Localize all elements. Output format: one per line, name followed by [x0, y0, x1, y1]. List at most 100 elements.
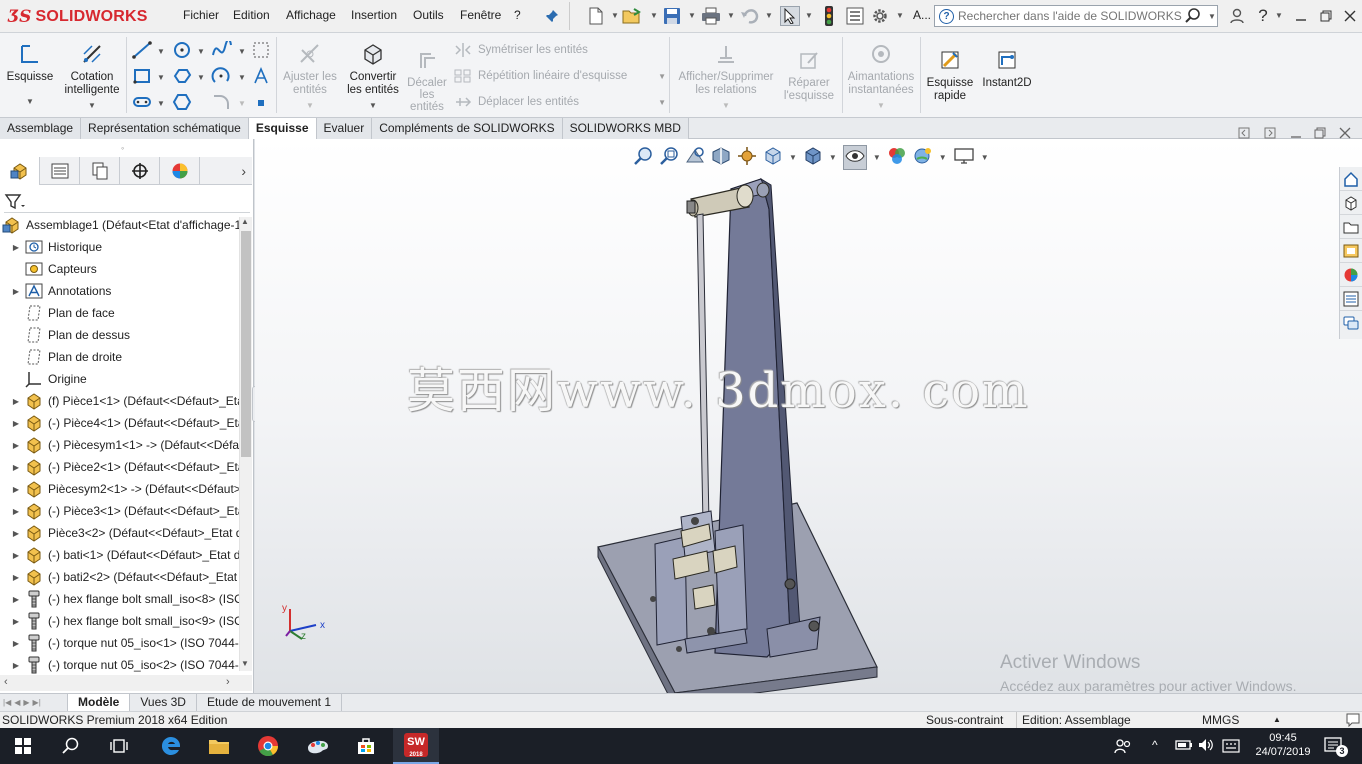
tab-etude-de-mouvement[interactable]: Etude de mouvement 1: [197, 694, 343, 711]
repair-sketch-button[interactable]: Réparer l'esquisse: [778, 33, 840, 117]
help-icon[interactable]: ?: [1253, 6, 1273, 26]
tab-vues-3d[interactable]: Vues 3D: [130, 694, 197, 711]
arc-icon[interactable]: [211, 67, 231, 88]
tree-horizontal-scrollbar[interactable]: ‹ ›: [0, 675, 252, 691]
menu-affichage[interactable]: Affichage: [286, 8, 336, 22]
scene-dropdown-icon[interactable]: ▼: [939, 153, 947, 162]
fillet-dropdown-icon[interactable]: ▼: [238, 99, 246, 108]
expand-arrow-icon[interactable]: ▶: [0, 661, 24, 670]
tab-solidworks-mbd[interactable]: SOLIDWORKS MBD: [562, 118, 689, 139]
file-explorer-taskbar-icon[interactable]: [196, 728, 242, 764]
smart-dimension-button[interactable]: Cotation intelligente ▼: [60, 33, 124, 117]
view-palette-icon[interactable]: [1340, 239, 1362, 263]
sketch-button[interactable]: Esquisse ▼: [4, 33, 56, 117]
undo-icon[interactable]: [740, 6, 760, 26]
units-up-icon[interactable]: ▲: [1273, 712, 1281, 728]
move-entities-button[interactable]: Déplacer les entités ▼: [454, 95, 666, 109]
search-icon[interactable]: [1185, 8, 1201, 27]
expand-arrow-icon[interactable]: ▶: [0, 397, 24, 406]
tab-next-icon[interactable]: ▶: [23, 698, 29, 707]
scroll-right-icon[interactable]: ›: [226, 676, 230, 688]
new-document-icon[interactable]: [586, 6, 606, 26]
paint-app-icon[interactable]: [295, 728, 341, 764]
expand-arrow-icon[interactable]: ▶: [0, 287, 24, 296]
windows-start-icon[interactable]: [0, 728, 46, 764]
close-icon[interactable]: [1340, 6, 1360, 26]
custom-properties-icon[interactable]: [1340, 287, 1362, 311]
relations-dropdown-icon[interactable]: ▼: [674, 99, 778, 112]
offset-entities-button[interactable]: Décaler les entités: [404, 33, 450, 117]
slot-icon[interactable]: [132, 93, 152, 114]
expand-arrow-icon[interactable]: ▶: [0, 463, 24, 472]
circle-dropdown-icon[interactable]: ▼: [197, 47, 205, 56]
quick-snaps-button[interactable]: Aimantations instantanées ▼: [845, 33, 917, 117]
rectangle-dropdown-icon[interactable]: ▼: [157, 73, 165, 82]
tabs-scroll-right-icon[interactable]: ›: [200, 157, 252, 184]
user-account-icon[interactable]: [1227, 6, 1247, 26]
tree-item[interactable]: ▶ (-) torque nut 05_iso<1> (ISO 7044-I: [0, 632, 240, 654]
line-icon[interactable]: [132, 41, 152, 62]
tree-item[interactable]: ▶ (-) Pièce3<1> (Défaut<<Défaut>_Etat: [0, 500, 240, 522]
system-clock[interactable]: 09:45 24/07/2019: [1254, 731, 1312, 759]
tree-item[interactable]: Capteurs: [0, 258, 240, 280]
viewport-next-icon[interactable]: [1263, 126, 1277, 143]
help-search[interactable]: ? ▼: [934, 5, 1218, 27]
tab-first-icon[interactable]: |◀: [3, 698, 11, 707]
menu-outils[interactable]: Outils: [413, 8, 444, 22]
snaps-dropdown-icon[interactable]: ▼: [845, 99, 917, 112]
hexagon-icon[interactable]: [172, 93, 192, 114]
expand-arrow-icon[interactable]: ▶: [0, 485, 24, 494]
spline-icon[interactable]: [211, 38, 233, 62]
tab-modele[interactable]: Modèle: [68, 694, 131, 711]
tree-item[interactable]: ▶ (-) Pièce4<1> (Défaut<<Défaut>_Etat: [0, 412, 240, 434]
instant2d-button[interactable]: Instant2D: [979, 33, 1035, 117]
solidworks-resources-home-icon[interactable]: [1340, 167, 1362, 191]
task-view-icon[interactable]: [96, 728, 142, 764]
tree-item[interactable]: ▶ Annotations: [0, 280, 240, 302]
show-hidden-icons-icon[interactable]: ^: [1152, 738, 1158, 752]
battery-icon[interactable]: [1175, 739, 1193, 754]
tab-configuration-manager[interactable]: [80, 157, 120, 185]
tree-item[interactable]: ▶ (-) Pièce2<1> (Défaut<<Défaut>_Etat: [0, 456, 240, 478]
mirror-entities-button[interactable]: Symétriser les entités: [454, 43, 588, 57]
tree-item[interactable]: ▶ (-) hex flange bolt small_iso<9> (ISO: [0, 610, 240, 632]
display-delete-relations-button[interactable]: Afficher/Supprimer les relations ▼: [674, 33, 778, 117]
scroll-left-icon[interactable]: ‹: [4, 676, 8, 688]
open-dropdown-icon[interactable]: ▼: [650, 11, 658, 20]
sketch-dropdown-icon[interactable]: ▼: [4, 95, 56, 108]
tree-item[interactable]: ▶ Piècesym2<1> -> (Défaut<<Défaut>: [0, 478, 240, 500]
tree-item[interactable]: ▶ (-) torque nut 05_iso<2> (ISO 7044-I: [0, 654, 240, 676]
view-settings-icon[interactable]: [953, 146, 975, 169]
slot-polygon-icon[interactable]: [172, 67, 192, 88]
tab-representation-schematique[interactable]: Représentation schématique: [81, 118, 249, 139]
scroll-down-icon[interactable]: ▼: [241, 659, 249, 668]
solidworks-taskbar-icon[interactable]: SW 2018: [393, 728, 439, 764]
open-folder-icon[interactable]: [622, 6, 642, 26]
tree-item[interactable]: Plan de face: [0, 302, 240, 324]
tree-item[interactable]: Plan de dessus: [0, 324, 240, 346]
action-center-icon[interactable]: 3: [1324, 737, 1348, 758]
print-dropdown-icon[interactable]: ▼: [727, 11, 735, 20]
doc-restore-icon[interactable]: [1313, 126, 1327, 143]
undo-dropdown-icon[interactable]: ▼: [765, 11, 773, 20]
tree-item[interactable]: ▶ Historique: [0, 236, 240, 258]
expand-arrow-icon[interactable]: ▶: [0, 551, 24, 560]
tree-item[interactable]: ▶ Pièce3<2> (Défaut<<Défaut>_Etat d: [0, 522, 240, 544]
move-dropdown-icon[interactable]: ▼: [658, 98, 666, 107]
rapid-sketch-button[interactable]: Esquisse rapide: [924, 33, 976, 117]
new-dropdown-icon[interactable]: ▼: [611, 11, 619, 20]
view-settings-dropdown-icon[interactable]: ▼: [981, 153, 989, 162]
trim-dropdown-icon[interactable]: ▼: [280, 99, 340, 112]
tree-item[interactable]: ▶ (-) bati2<2> (Défaut<<Défaut>_Etat: [0, 566, 240, 588]
toolbar-overflow-label[interactable]: A...: [913, 8, 931, 22]
apply-scene-icon[interactable]: [913, 146, 933, 169]
arc-dropdown-icon[interactable]: ▼: [238, 73, 246, 82]
taskbar-search-icon[interactable]: [48, 728, 94, 764]
ime-language-icon[interactable]: [1222, 738, 1240, 757]
linear-sketch-pattern-button[interactable]: Répétition linéaire d'esquisse ▼: [454, 69, 666, 83]
expand-arrow-icon[interactable]: ▶: [0, 243, 24, 252]
tree-filter[interactable]: [4, 191, 250, 213]
pin-icon[interactable]: [542, 6, 562, 26]
circle-icon[interactable]: [172, 41, 192, 62]
text-icon[interactable]: [252, 66, 270, 88]
